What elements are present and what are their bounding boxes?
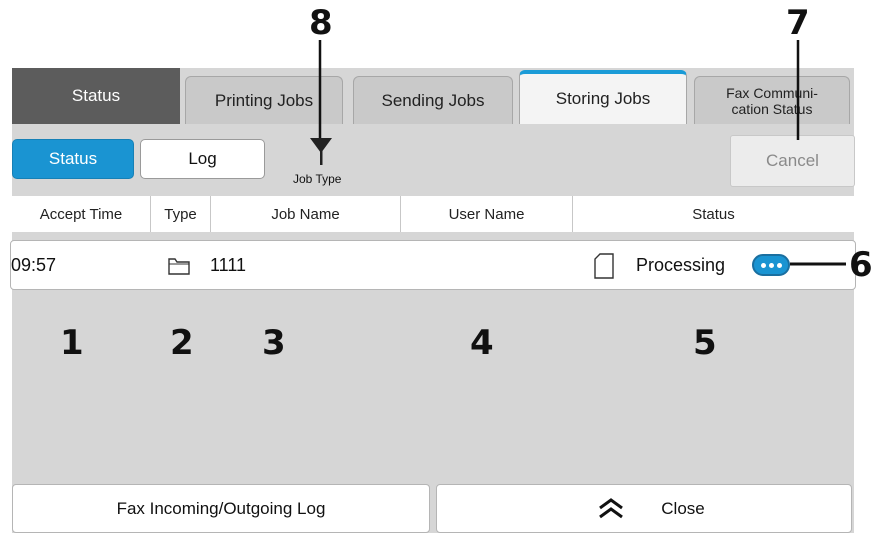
callout-lines bbox=[318, 40, 846, 266]
callout-7: 7 bbox=[786, 3, 810, 43]
callout-5: 5 bbox=[693, 323, 717, 363]
callout-3: 3 bbox=[262, 323, 286, 363]
callout-2: 2 bbox=[170, 323, 194, 363]
callout-4: 4 bbox=[470, 323, 494, 363]
callout-6: 6 bbox=[849, 245, 873, 285]
callout-1: 1 bbox=[60, 323, 84, 363]
callout-8: 8 bbox=[309, 3, 333, 43]
